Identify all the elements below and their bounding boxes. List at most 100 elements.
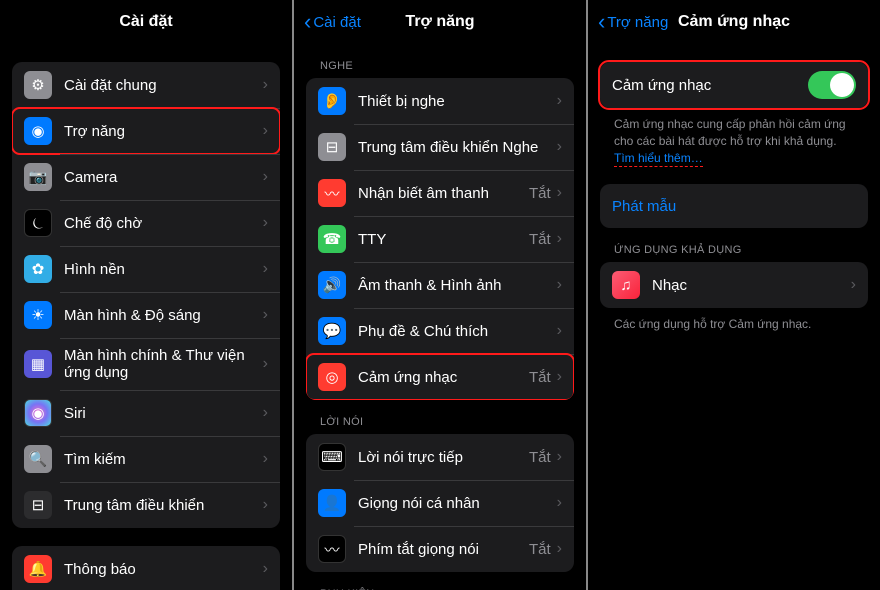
chevron-right-icon: › [263,214,268,232]
apps-group: ♫ Nhạc› [600,262,868,308]
item-value: Tắt [529,231,551,248]
list-item[interactable]: 👂Thiết bị nghe› [306,78,574,124]
notifications-icon: 🔔 [24,555,52,583]
back-button[interactable]: ‹ Trợ năng [598,11,668,33]
chevron-right-icon: › [557,368,562,386]
item-label: Trung tâm điều khiển [64,497,263,514]
list-item[interactable]: ⊟ Trung tâm điều khiển Nghe› [306,124,574,170]
learn-more-link[interactable]: Tìm hiểu thêm… [614,151,703,167]
list-item[interactable]: ⚙︎Cài đặt chung› [12,62,280,108]
settings-list[interactable]: ⚙︎Cài đặt chung›◉Trợ năng›📷Camera›⏾Chế đ… [0,44,292,590]
toggle-switch[interactable] [808,71,856,99]
siri-icon: ◉ [24,399,52,427]
music-haptics-toggle-row[interactable]: Cảm ứng nhạc [600,62,868,108]
list-item[interactable]: 〰Phím tắt giọng nóiTắt› [306,526,574,572]
section-header: LỜI NÓI [306,400,574,434]
controlcenter-icon: ⊟ [24,491,52,519]
item-label: Tìm kiếm [64,451,263,468]
voice-icon: 👤 [318,489,346,517]
item-label: Lời nói trực tiếp [358,449,529,466]
item-label: Cài đặt chung [64,77,263,94]
item-label: Camera [64,169,263,186]
chevron-right-icon: › [557,276,562,294]
chevron-right-icon: › [557,494,562,512]
back-label: Trợ năng [607,14,668,31]
av-icon: 🔊 [318,271,346,299]
livespeech-icon: ⌨ [318,443,346,471]
item-label: Phím tắt giọng nói [358,541,529,558]
list-item[interactable]: 📷 Camera› [12,154,280,200]
chevron-right-icon: › [263,404,268,422]
wallpaper-icon: ✿ [24,255,52,283]
chevron-right-icon: › [263,168,268,186]
chevron-right-icon: › [557,230,562,248]
ear-icon: 👂 [318,87,346,115]
description-text: Cảm ứng nhạc cung cấp phản hồi cảm ứng c… [600,108,868,166]
standby-icon: ⏾ [24,209,52,237]
list-item[interactable]: 💬Phụ đề & Chú thích› [306,308,574,354]
camera-icon: 📷 [24,163,52,191]
list-item[interactable]: ⏾ Chế độ chờ› [12,200,280,246]
list-item[interactable]: ✿Hình nền› [12,246,280,292]
settings-group: 👂 Thiết bị nghe › ⊟ Trung tâm điều khiển Ngh… [306,78,574,400]
item-value: Tắt [529,185,551,202]
sample-group: Phát mẫu [600,184,868,228]
chevron-right-icon: › [557,322,562,340]
list-item[interactable]: ☀Màn hình & Độ sáng› [12,292,280,338]
list-item[interactable]: 🔍Tìm kiếm› [12,436,280,482]
chevron-right-icon: › [557,540,562,558]
hearingcc-icon: ⊟ [318,133,346,161]
chevron-right-icon: › [263,260,268,278]
list-item[interactable]: ♫ Nhạc› [600,262,868,308]
list-item[interactable]: ⌨Lời nói trực tiếpTắt› [306,434,574,480]
chevron-right-icon: › [557,138,562,156]
chevron-right-icon: › [557,448,562,466]
list-item[interactable]: ☎TTYTắt› [306,216,574,262]
header: Cài đặt [0,0,292,44]
music-haptics-panel: ‹ Trợ năng Cảm ứng nhạc Cảm ứng nhạc Cảm… [588,0,880,590]
item-label: Thiết bị nghe [358,93,557,110]
page-title: Cài đặt [0,13,292,31]
apps-header: ỨNG DỤNG KHẢ DỤNG [600,228,868,262]
item-label: Chế độ chờ [64,215,263,232]
section-header: PHỤ KIỆN [306,572,574,590]
list-item[interactable]: 🔔 Thông báo› [12,546,280,590]
list-item[interactable]: 🔊 Âm thanh & Hình ảnh› [306,262,574,308]
item-label: Siri [64,405,263,422]
homescreen-icon: ▦ [24,350,52,378]
item-label: Thông báo [64,561,263,578]
list-item[interactable]: 👤Giọng nói cá nhân› [306,480,574,526]
accessibility-panel: ‹ Cài đặt Trợ năng NGHE👂Thiết bị nghe›⊟T… [294,0,586,590]
chevron-right-icon: › [263,560,268,578]
back-button[interactable]: ‹ Cài đặt [304,11,361,33]
header: ‹ Trợ năng Cảm ứng nhạc [588,0,880,44]
list-item[interactable]: ◉Trợ năng› [12,108,280,154]
settings-group: ⚙︎Cài đặt chung›◉Trợ năng›📷Camera›⏾Chế đ… [12,62,280,528]
chevron-right-icon: › [851,276,856,294]
footer-text: Các ứng dụng hỗ trợ Cảm ứng nhạc. [600,308,868,333]
list-item[interactable]: ⊟Trung tâm điều khiển› [12,482,280,528]
list-item[interactable]: ◎Cảm ứng nhạcTắt› [306,354,574,400]
item-label: TTY [358,231,529,248]
gear-icon: ⚙︎ [24,71,52,99]
item-label: Trung tâm điều khiển Nghe [358,139,557,156]
haptic-icon: ◎ [318,363,346,391]
list-item[interactable]: ◉ Siri› [12,390,280,436]
music-icon: ♫ [612,271,640,299]
play-sample-button[interactable]: Phát mẫu [600,184,868,228]
item-label: Nhạc [652,277,851,294]
item-label: Trợ năng [64,123,263,140]
accessibility-list[interactable]: NGHE👂Thiết bị nghe›⊟Trung tâm điều khiển… [294,44,586,590]
chevron-left-icon: ‹ [304,11,311,33]
item-label: Phụ đề & Chú thích [358,323,557,340]
item-label: Màn hình chính & Thư viện ứng dụng [64,347,263,381]
toggle-group: Cảm ứng nhạc [600,62,868,108]
list-item[interactable]: ▦Màn hình chính & Thư viện ứng dụng› [12,338,280,390]
item-label: Màn hình & Độ sáng [64,307,263,324]
item-label: Âm thanh & Hình ảnh [358,277,557,294]
list-item[interactable]: 〰Nhận biết âm thanhTắt› [306,170,574,216]
chevron-right-icon: › [263,450,268,468]
item-label: Cảm ứng nhạc [358,369,529,386]
play-sample-label: Phát mẫu [612,198,856,215]
toggle-label: Cảm ứng nhạc [612,77,808,94]
